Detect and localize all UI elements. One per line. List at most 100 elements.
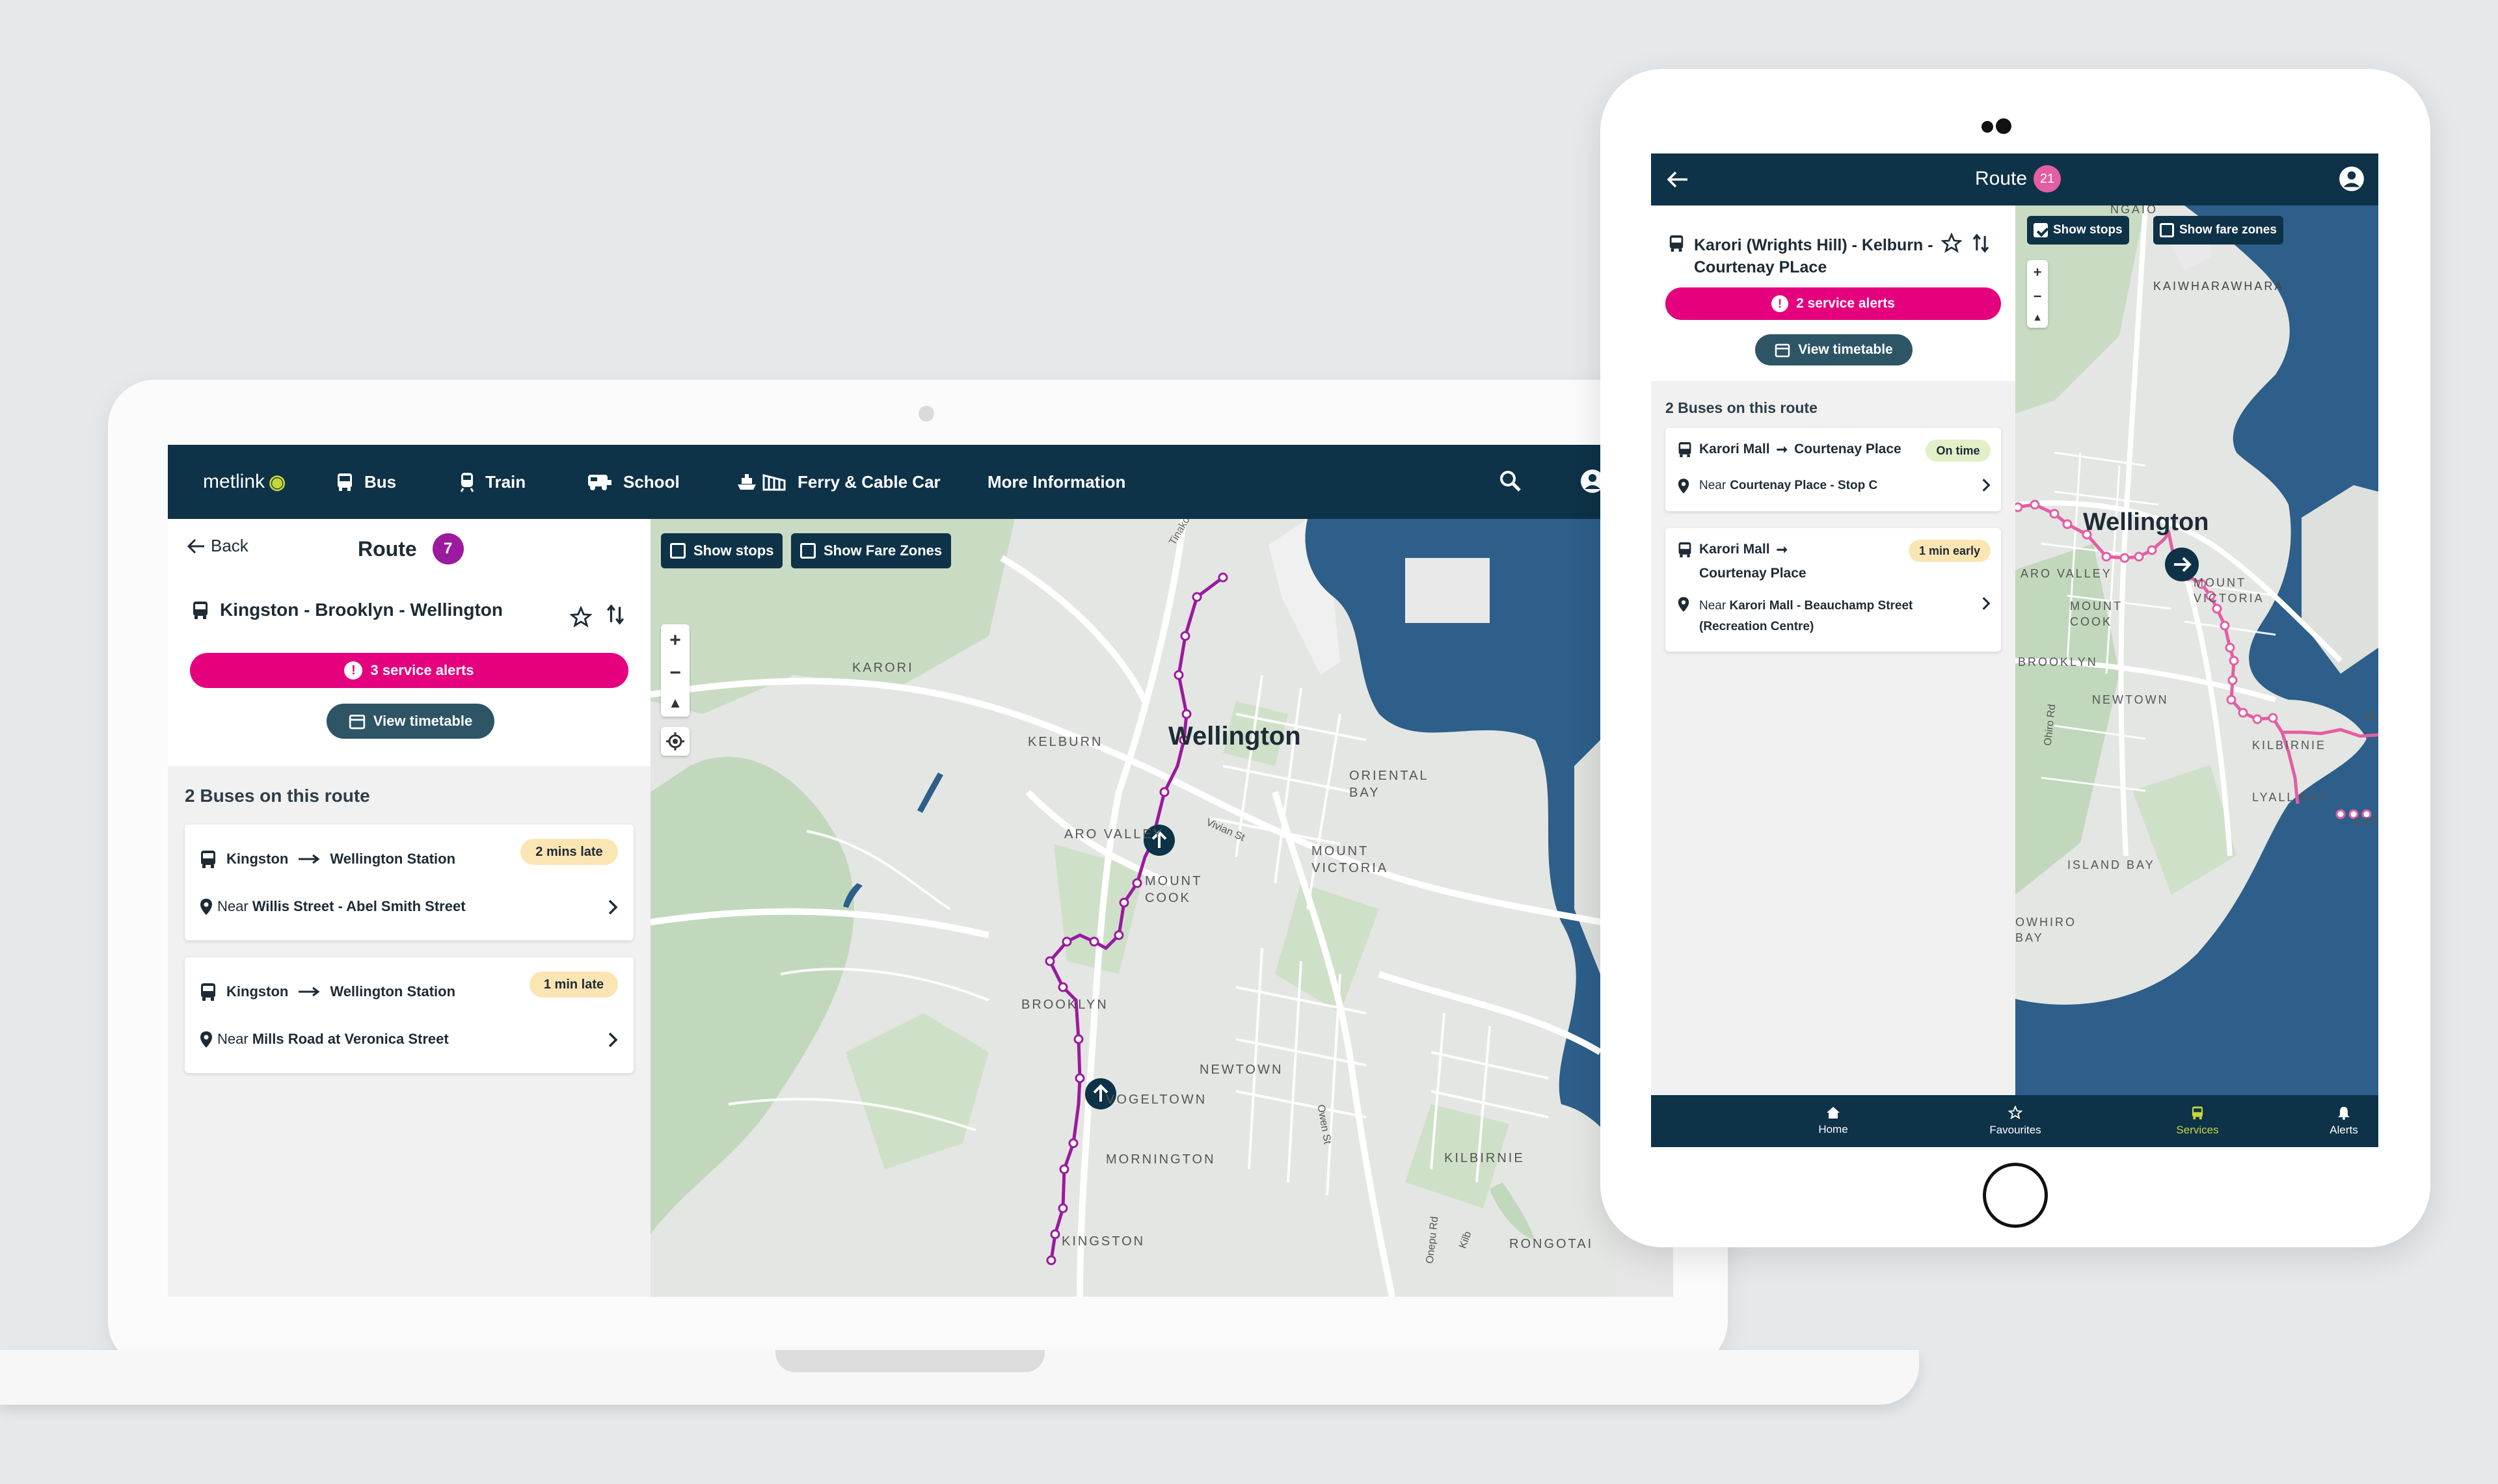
back-button[interactable]: Back [187,536,248,556]
map-label-newtown: NEWTOWN [1200,1063,1283,1077]
nav-more-info[interactable]: More Information [987,445,1125,519]
near-stop: Courtenay Place - Stop C [1730,479,1878,492]
nav-train[interactable]: Train [459,445,526,519]
status-badge: 1 min early [1909,540,1991,562]
route-header-card: Back Route 7 Kingston - Brooklyn - Welli… [168,519,651,766]
view-timetable-button[interactable]: View timetable [327,704,494,739]
map-canvas[interactable] [651,519,1673,1297]
view-timetable-label: View timetable [1798,342,1893,357]
map-label-aro-valley: ARO VALLEY [1064,827,1164,841]
favourite-star-icon[interactable] [1941,233,1962,254]
bus-to: Wellington Station [330,983,456,1000]
tablet-home-button[interactable] [1983,1163,2048,1228]
zoom-in-button[interactable]: + [669,629,681,652]
search-icon[interactable] [1499,470,1522,493]
nav-school[interactable]: School [587,445,680,519]
bottom-nav-home[interactable]: Home [1768,1095,1898,1147]
bus-card[interactable]: Kingston Wellington Station 2 mins late … [185,825,634,940]
back-label: Back [211,536,248,555]
map-label-newtown: NEWTOWN [2092,693,2169,706]
bus-card-route: Kingston Wellington Station [199,982,455,1001]
bus-card-route: Karori Mall ➞ Courtenay Place [1677,441,1901,458]
route-title: Route 7 [358,533,464,564]
bus-card-location: Near Karori Mall - Beauchamp Street (Rec… [1699,596,1959,637]
bottom-nav-favourites[interactable]: Favourites [1950,1095,2080,1147]
desktop-screen: metlink ◉ Bus Train School Ferry & Cable… [168,445,1673,1297]
show-fare-zones-checkbox[interactable] [2160,223,2174,237]
tablet-route-header: Karori (Wrights Hill) - Kelburn - Courte… [1651,205,2015,381]
reverse-direction-icon[interactable] [1971,233,1991,254]
nav-ferry[interactable]: Ferry & Cable Car [735,445,941,519]
show-stops-checkbox[interactable] [2034,223,2048,237]
bottom-nav-services[interactable]: Services [2132,1095,2263,1147]
service-alerts-button[interactable]: ! 3 service alerts [190,653,628,688]
show-stops-toggle[interactable]: Show stops [2027,216,2129,245]
bus-icon [1669,235,1684,252]
buses-heading: 2 Buses on this route [1665,399,1818,416]
status-badge: 2 mins late [520,839,618,865]
near-prefix: Near [217,898,248,914]
zoom-out-button[interactable]: − [669,662,681,684]
bus-card[interactable]: Karori Mall ➞ Courtenay Place On time Ne… [1665,428,2001,511]
account-icon[interactable] [2338,165,2365,192]
nav-bus-label: Bus [364,471,397,492]
zoom-in-button[interactable]: + [2034,264,2042,281]
tablet-camera [1996,118,2011,134]
laptop-camera [919,406,934,421]
locate-me-button[interactable] [661,727,690,756]
show-fare-zones-label: Show Fare Zones [824,542,943,559]
bus-card[interactable]: Kingston Wellington Station 1 min late N… [185,957,634,1073]
route-map[interactable]: KARORI KELBURN Wellington ARO VALLEY MOU… [651,519,1673,1297]
bus-icon [2192,1106,2203,1120]
show-fare-zones-label: Show fare zones [2179,223,2277,237]
bus-icon [1678,542,1691,557]
map-label-kaiwharawhara: KAIWHARAWHARA [2153,280,2285,293]
favourite-star-icon[interactable] [570,606,592,628]
metlink-logo[interactable]: metlink ◉ [203,445,286,519]
map-label-ngaio: NGAIO [2110,205,2158,216]
route-panel: Back Route 7 Kingston - Brooklyn - Welli… [168,519,651,1297]
map-label-vogeltown: VOGELTOWN [1106,1093,1207,1107]
route-name: Kingston - Brooklyn - Wellington [220,600,503,620]
location-pin-icon [200,899,212,915]
map-label-mount-cook: MOUNT COOK [2070,600,2123,628]
bus-card[interactable]: Karori Mall ➞ Courtenay Place 1 min earl… [1665,528,2001,652]
bottom-nav-alerts[interactable]: Alerts [2315,1095,2373,1147]
bus-from: Karori Mall [1699,542,1770,557]
map-zoom-controls: + − ▲ [2027,260,2048,328]
show-fare-zones-checkbox[interactable] [800,543,816,559]
service-alerts-button[interactable]: ! 2 service alerts [1665,287,2001,320]
zoom-out-button[interactable]: − [2034,288,2042,305]
bus-icon [201,851,215,868]
view-timetable-button[interactable]: View timetable [1755,334,1913,365]
tablet-camera [1981,121,1993,133]
back-arrow-icon[interactable] [1667,170,1689,189]
location-pin-icon [1678,479,1689,494]
tablet-route-map[interactable]: NGAIO KAIWHARAWHARA Wellington ARO VALLE… [2015,205,2378,1095]
tablet-route-panel: Karori (Wrights Hill) - Kelburn - Courte… [1651,205,2015,1095]
compass-reset-button[interactable]: ▲ [668,695,682,711]
nav-bus[interactable]: Bus [336,445,396,519]
show-fare-zones-toggle[interactable]: Show fare zones [2153,216,2283,245]
chevron-right-icon [1982,597,1991,610]
back-arrow-icon [187,538,204,553]
nav-more-info-label: More Information [987,471,1126,492]
tablet-map-canvas[interactable] [2015,205,2378,1095]
near-prefix: Near [217,1031,248,1047]
show-stops-toggle[interactable]: Show stops [661,533,783,568]
bottom-nav-services-label: Services [2176,1124,2219,1136]
show-stops-checkbox[interactable] [670,543,686,559]
map-label-kilbirnie: KILBIRNIE [2252,739,2327,752]
nav-school-label: School [623,471,680,492]
map-label-aro-valley: ARO VALLEY [2021,567,2112,580]
bus-to: Courtenay Place [1699,566,1806,581]
map-label-island-bay: ISLAND BAY [2067,858,2155,871]
reverse-direction-icon[interactable] [605,603,626,626]
service-alerts-label: 2 service alerts [1796,296,1895,311]
compass-reset-button[interactable]: ▲ [2032,312,2043,324]
show-fare-zones-toggle[interactable]: Show Fare Zones [791,533,952,568]
map-label-mornington: MORNINGTON [1106,1152,1216,1167]
map-zoom-controls: + − ▲ [661,624,690,717]
bus-card-location: Near Willis Street - Abel Smith Street [199,897,466,916]
bottom-nav-favourites-label: Favourites [1989,1124,2041,1136]
